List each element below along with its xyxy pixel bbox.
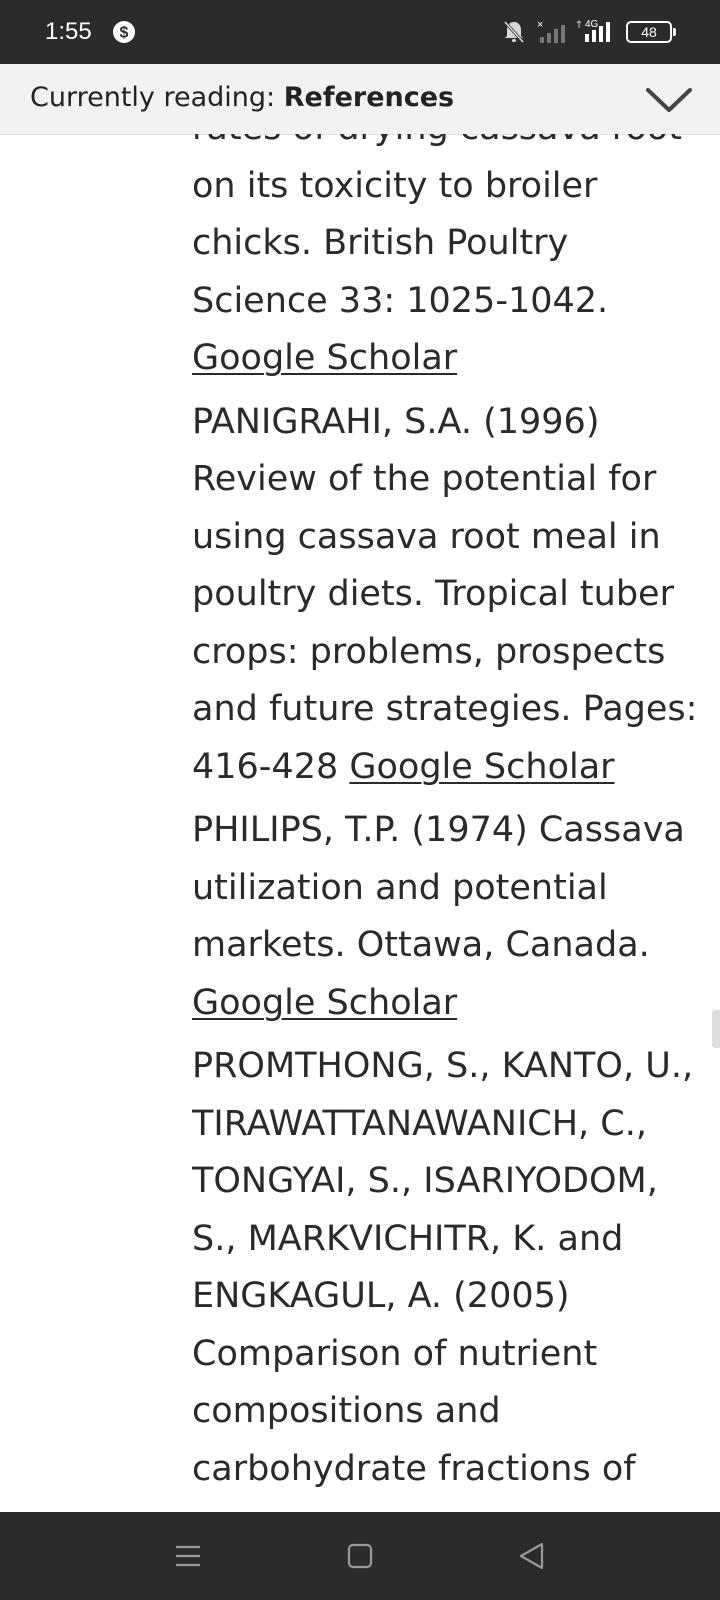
currently-reading-label: Currently reading: References <box>30 80 454 116</box>
battery-level: 48 <box>641 24 657 40</box>
google-scholar-link[interactable]: Google Scholar <box>192 338 457 378</box>
reading-prefix: Currently reading: <box>30 82 284 113</box>
signal-no-service-icon: × <box>537 19 565 43</box>
battery-indicator: 48 <box>626 21 676 43</box>
reference-item: PANIGRAHI, S.A. (1996) Review of the pot… <box>192 394 702 797</box>
bell-muted-icon <box>503 20 525 44</box>
reading-section-title: References <box>283 82 455 113</box>
system-nav-bar <box>0 1512 720 1600</box>
reference-text: PROMTHONG, S., KANTO, U., TIRAWATTANAWAN… <box>192 1046 694 1489</box>
reference-text: PANIGRAHI, S.A. (1996) Review of the pot… <box>192 401 698 787</box>
reference-item: PROMTHONG, S., KANTO, U., TIRAWATTANAWAN… <box>192 1038 702 1498</box>
svg-text:×: × <box>537 19 543 31</box>
reference-item: PHILIPS, T.P. (1974) Cassava utilization… <box>192 802 702 1032</box>
menu-icon[interactable] <box>168 1536 208 1576</box>
signal-4g-icon: 4G <box>576 19 610 42</box>
reference-text: PHILIPS, T.P. (1974) Cassava utilization… <box>192 810 685 965</box>
svg-text:$: $ <box>120 25 129 42</box>
status-time: 1:55 <box>45 18 92 45</box>
network-label: 4G <box>585 19 599 30</box>
currently-reading-bar[interactable]: Currently reading: References <box>0 64 720 135</box>
reference-text: rates of drying cassava root on its toxi… <box>192 134 682 321</box>
dollar-circle-icon: $ <box>113 21 135 43</box>
references-list: rates of drying cassava root on its toxi… <box>192 134 702 1512</box>
google-scholar-link[interactable]: Google Scholar <box>349 747 614 787</box>
status-bar: 1:55 $ × 4G 48 <box>0 0 720 64</box>
home-square-icon[interactable] <box>340 1536 380 1576</box>
chevron-down-icon[interactable] <box>644 78 694 122</box>
scroll-indicator[interactable] <box>712 1010 720 1048</box>
back-triangle-icon[interactable] <box>512 1536 552 1576</box>
reference-item: rates of drying cassava root on its toxi… <box>192 134 702 388</box>
google-scholar-link[interactable]: Google Scholar <box>192 983 457 1023</box>
status-icons: × 4G 48 <box>502 18 676 46</box>
